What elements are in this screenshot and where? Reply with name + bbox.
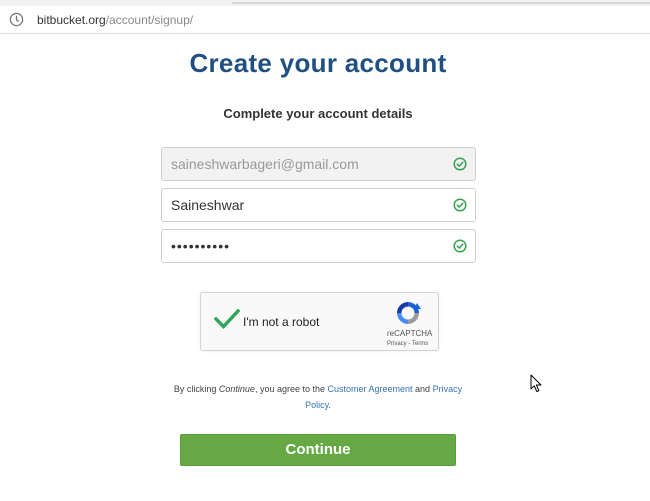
customer-agreement-link[interactable]: Customer Agreement [328,384,413,394]
legal-suffix: . [328,400,331,410]
tab-strip-divider [232,2,650,4]
password-field-container [161,229,476,263]
address-bar[interactable]: bitbucket.org/account/signup/ [0,6,650,34]
legal-notice: By clicking Continue, you agree to the C… [160,381,476,413]
legal-continue-word: Continue [218,384,255,394]
full-name-field[interactable] [162,189,442,221]
continue-button[interactable]: Continue [180,434,456,466]
page-title: Create your account [189,48,447,78]
email-field-container [161,147,476,181]
password-field[interactable] [162,230,442,262]
check-circle-icon [453,239,467,253]
mouse-pointer-icon [530,374,542,393]
url-text[interactable]: bitbucket.org/account/signup/ [37,13,193,27]
page-subtitle: Complete your account details [223,106,413,121]
info-circle-icon[interactable] [9,12,24,27]
url-path: /account/signup/ [105,13,194,27]
recaptcha-privacy-terms-link[interactable]: Privacy - Terms [387,341,428,347]
url-domain: bitbucket.org [37,13,106,27]
legal-and: and [412,384,433,394]
legal-middle: , you agree to the [254,384,328,394]
check-circle-icon [453,157,467,171]
check-circle-icon [453,198,467,212]
recaptcha-brand: reCAPTCHA [387,329,433,338]
full-name-field-container [161,188,476,222]
legal-prefix: By clicking [173,384,219,394]
checkmark-icon[interactable] [214,308,240,330]
email-field[interactable] [162,148,442,180]
recaptcha-widget: I'm not a robot reCAPTCHA Privacy - Term… [200,292,439,351]
recaptcha-label: I'm not a robot [243,315,320,329]
recaptcha-logo-icon [397,302,421,324]
